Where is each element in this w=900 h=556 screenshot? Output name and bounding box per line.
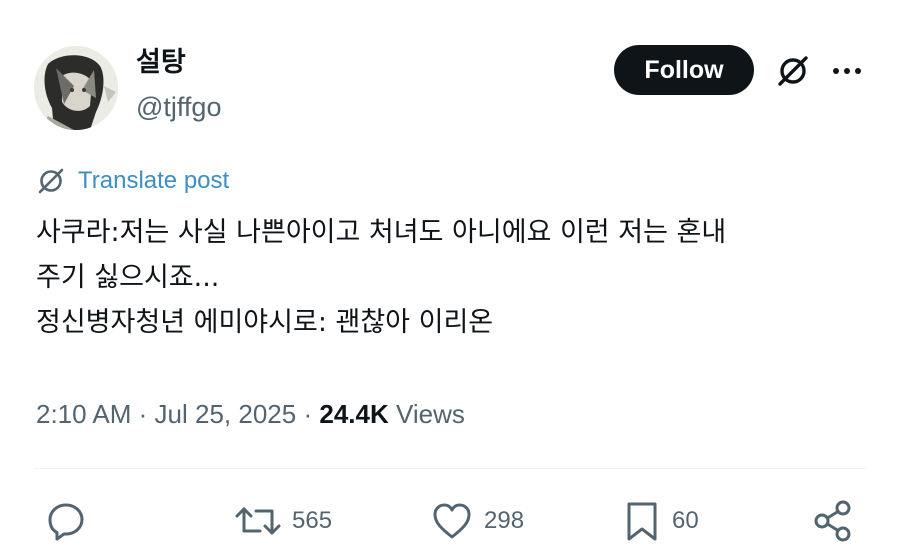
grok-icon bbox=[778, 56, 808, 86]
like-count: 298 bbox=[484, 507, 525, 534]
translate-icon bbox=[38, 168, 64, 194]
bookmark-button[interactable]: 60 bbox=[622, 497, 699, 545]
post-meta: 2:10 AM · Jul 25, 2025 · 24.4K Views bbox=[36, 397, 465, 431]
meta-separator: · bbox=[138, 399, 148, 429]
follow-button[interactable]: Follow bbox=[614, 45, 754, 95]
views-label: Views bbox=[395, 399, 465, 429]
post-line: 사쿠라:저는 사실 나쁜아이고 처녀도 아니에요 이런 저는 혼내 bbox=[36, 217, 727, 248]
bookmark-icon bbox=[627, 502, 657, 541]
grok-button[interactable] bbox=[774, 52, 812, 90]
repost-button[interactable]: 565 bbox=[234, 497, 332, 545]
more-button[interactable] bbox=[828, 52, 866, 90]
meta-separator: · bbox=[303, 399, 313, 429]
bookmark-count: 60 bbox=[672, 507, 699, 534]
like-button[interactable]: 298 bbox=[430, 497, 524, 545]
more-icon bbox=[833, 68, 861, 74]
repost-count: 565 bbox=[292, 507, 333, 534]
views-count[interactable]: 24.4K bbox=[319, 399, 388, 429]
reply-icon bbox=[48, 503, 84, 541]
post-line: 주기 싫으시죠... bbox=[36, 262, 220, 293]
user-handle[interactable]: @tjffgo bbox=[136, 90, 221, 124]
post-line: 정신병자청년 에미야시로: 괜찮아 이리온 bbox=[36, 307, 494, 338]
divider bbox=[34, 468, 866, 469]
heart-icon bbox=[433, 503, 471, 539]
display-name[interactable]: 설탕 bbox=[136, 46, 186, 80]
post-date[interactable]: Jul 25, 2025 bbox=[155, 399, 297, 429]
repost-icon bbox=[235, 507, 281, 535]
translate-post-link[interactable]: Translate post bbox=[36, 166, 229, 196]
post-text: 사쿠라:저는 사실 나쁜아이고 처녀도 아니에요 이런 저는 혼내 주기 싫으시… bbox=[36, 210, 876, 345]
share-button[interactable] bbox=[810, 497, 856, 545]
reply-button[interactable] bbox=[44, 497, 88, 545]
avatar-image bbox=[34, 46, 118, 130]
translate-label: Translate post bbox=[78, 167, 230, 194]
share-icon bbox=[814, 500, 851, 542]
post-time[interactable]: 2:10 AM bbox=[36, 399, 131, 429]
avatar[interactable] bbox=[34, 46, 118, 130]
